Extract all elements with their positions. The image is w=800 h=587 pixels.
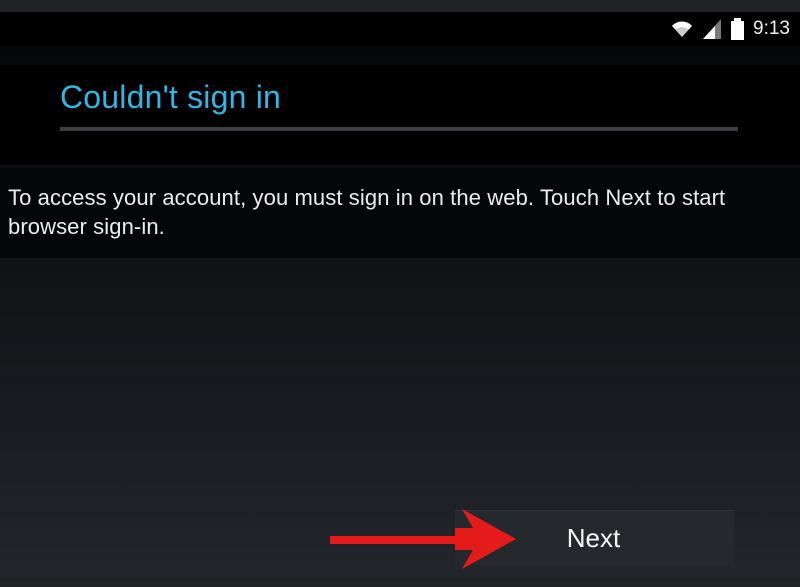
next-button-label: Next <box>566 523 621 553</box>
battery-icon <box>731 18 745 40</box>
wifi-icon <box>672 21 693 37</box>
sign-in-message: To access your account, you must sign in… <box>8 185 726 239</box>
android-sign-in-screen: 9:13 Couldn't sign in To access your acc… <box>0 0 800 587</box>
bottom-frame-border <box>0 577 800 587</box>
signal-icon <box>703 19 722 39</box>
top-frame-border <box>0 0 800 12</box>
next-button[interactable]: Next <box>455 510 734 565</box>
clock-time: 9:13 <box>753 18 790 39</box>
title-divider <box>60 127 738 131</box>
page-title: Couldn't sign in <box>60 79 281 115</box>
status-icons: 9:13 <box>670 17 790 41</box>
